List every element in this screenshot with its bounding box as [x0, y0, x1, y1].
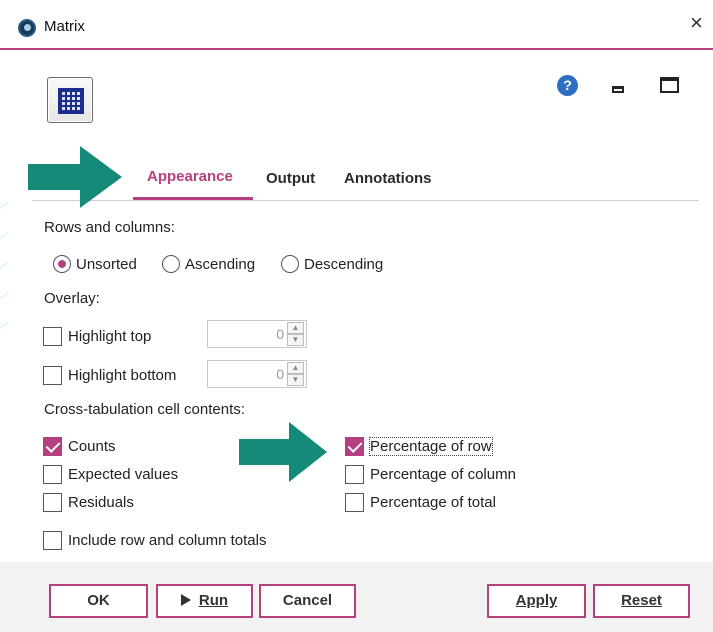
radio-label: Unsorted: [76, 255, 137, 273]
apply-button[interactable]: Apply: [487, 584, 586, 618]
checkbox-label: Highlight bottom: [68, 366, 177, 384]
cell-contents-label: Cross-tabulation cell contents:: [44, 401, 245, 418]
reset-button[interactable]: Reset: [593, 584, 690, 618]
cancel-button-label: Cancel: [282, 592, 333, 609]
matrix-node-icon: [47, 77, 93, 123]
apply-button-label: Apply: [515, 592, 558, 609]
radio-ascending[interactable]: Ascending: [162, 253, 255, 275]
radio-dot: [162, 255, 180, 273]
radio-label: Descending: [304, 255, 384, 273]
spin-up-icon[interactable]: ▲: [287, 322, 304, 334]
overlay-label: Overlay:: [44, 290, 100, 307]
counts-checkbox[interactable]: Counts: [43, 435, 116, 457]
annotation-arrow-percentage: [239, 422, 327, 482]
tab-appearance[interactable]: Appearance: [147, 168, 233, 185]
minimize-icon[interactable]: [612, 86, 624, 93]
decorative-mark: [0, 231, 9, 241]
checkbox-box: [43, 530, 62, 550]
checkbox-box: [43, 464, 62, 484]
tabs-divider: [32, 200, 699, 201]
highlight-bottom-stepper[interactable]: 0 ▲ ▼: [207, 360, 307, 388]
spin-down-icon[interactable]: ▼: [287, 374, 304, 386]
checkbox-label: Expected values: [68, 465, 179, 483]
radio-label: Ascending: [185, 255, 256, 273]
ok-button[interactable]: OK: [49, 584, 148, 618]
checkbox-label: Counts: [68, 437, 116, 455]
play-icon: [180, 594, 191, 606]
rows-columns-label: Rows and columns:: [44, 219, 175, 236]
decorative-mark: [0, 291, 9, 301]
tab-annotations[interactable]: Annotations: [344, 170, 432, 187]
checkbox-box: [345, 436, 364, 456]
close-icon[interactable]: ×: [690, 12, 703, 34]
checkbox-label: Include row and column totals: [68, 531, 267, 549]
radio-descending[interactable]: Descending: [281, 253, 383, 275]
tab-output[interactable]: Output: [266, 170, 315, 187]
highlight-top-checkbox[interactable]: Highlight top: [43, 325, 151, 347]
spin-up-icon[interactable]: ▲: [287, 362, 304, 374]
checkbox-box: [43, 492, 62, 512]
decorative-mark: [0, 201, 9, 211]
ok-button-label: OK: [87, 592, 110, 609]
checkbox-box: [345, 464, 364, 484]
annotation-arrow-tabs: [28, 146, 122, 208]
checkbox-box: [43, 436, 62, 456]
app-logo-icon: [18, 19, 36, 37]
title-bar: Matrix ×: [0, 0, 713, 50]
stepper-value: 0: [276, 366, 284, 382]
checkbox-box: [345, 492, 364, 512]
radio-dot: [53, 255, 71, 273]
percentage-of-total-checkbox[interactable]: Percentage of total: [345, 491, 496, 513]
maximize-icon[interactable]: [660, 77, 679, 93]
decorative-mark: [0, 261, 9, 271]
include-totals-checkbox[interactable]: Include row and column totals: [43, 529, 266, 551]
help-icon[interactable]: ?: [557, 75, 578, 96]
cancel-button[interactable]: Cancel: [259, 584, 356, 618]
window-title: Matrix: [44, 18, 85, 35]
reset-button-label: Reset: [621, 592, 662, 609]
highlight-top-stepper[interactable]: 0 ▲ ▼: [207, 320, 307, 348]
stepper-value: 0: [276, 326, 284, 342]
checkbox-box: [43, 326, 62, 346]
checkbox-label: Percentage of column: [370, 465, 516, 483]
run-button[interactable]: Run: [156, 584, 253, 618]
spin-down-icon[interactable]: ▼: [287, 334, 304, 346]
percentage-of-column-checkbox[interactable]: Percentage of column: [345, 463, 516, 485]
expected-values-checkbox[interactable]: Expected values: [43, 463, 178, 485]
checkbox-label: Percentage of total: [370, 493, 496, 511]
checkbox-label: Residuals: [68, 493, 134, 511]
checkbox-label: Highlight top: [68, 327, 152, 345]
checkbox-label: Percentage of row: [369, 436, 493, 456]
decorative-mark: [0, 321, 9, 331]
residuals-checkbox[interactable]: Residuals: [43, 491, 134, 513]
run-button-label: Run: [198, 592, 229, 609]
highlight-bottom-checkbox[interactable]: Highlight bottom: [43, 364, 176, 386]
percentage-of-row-checkbox[interactable]: Percentage of row: [345, 435, 493, 457]
checkbox-box: [43, 365, 62, 385]
radio-dot: [281, 255, 299, 273]
radio-unsorted[interactable]: Unsorted: [53, 253, 137, 275]
